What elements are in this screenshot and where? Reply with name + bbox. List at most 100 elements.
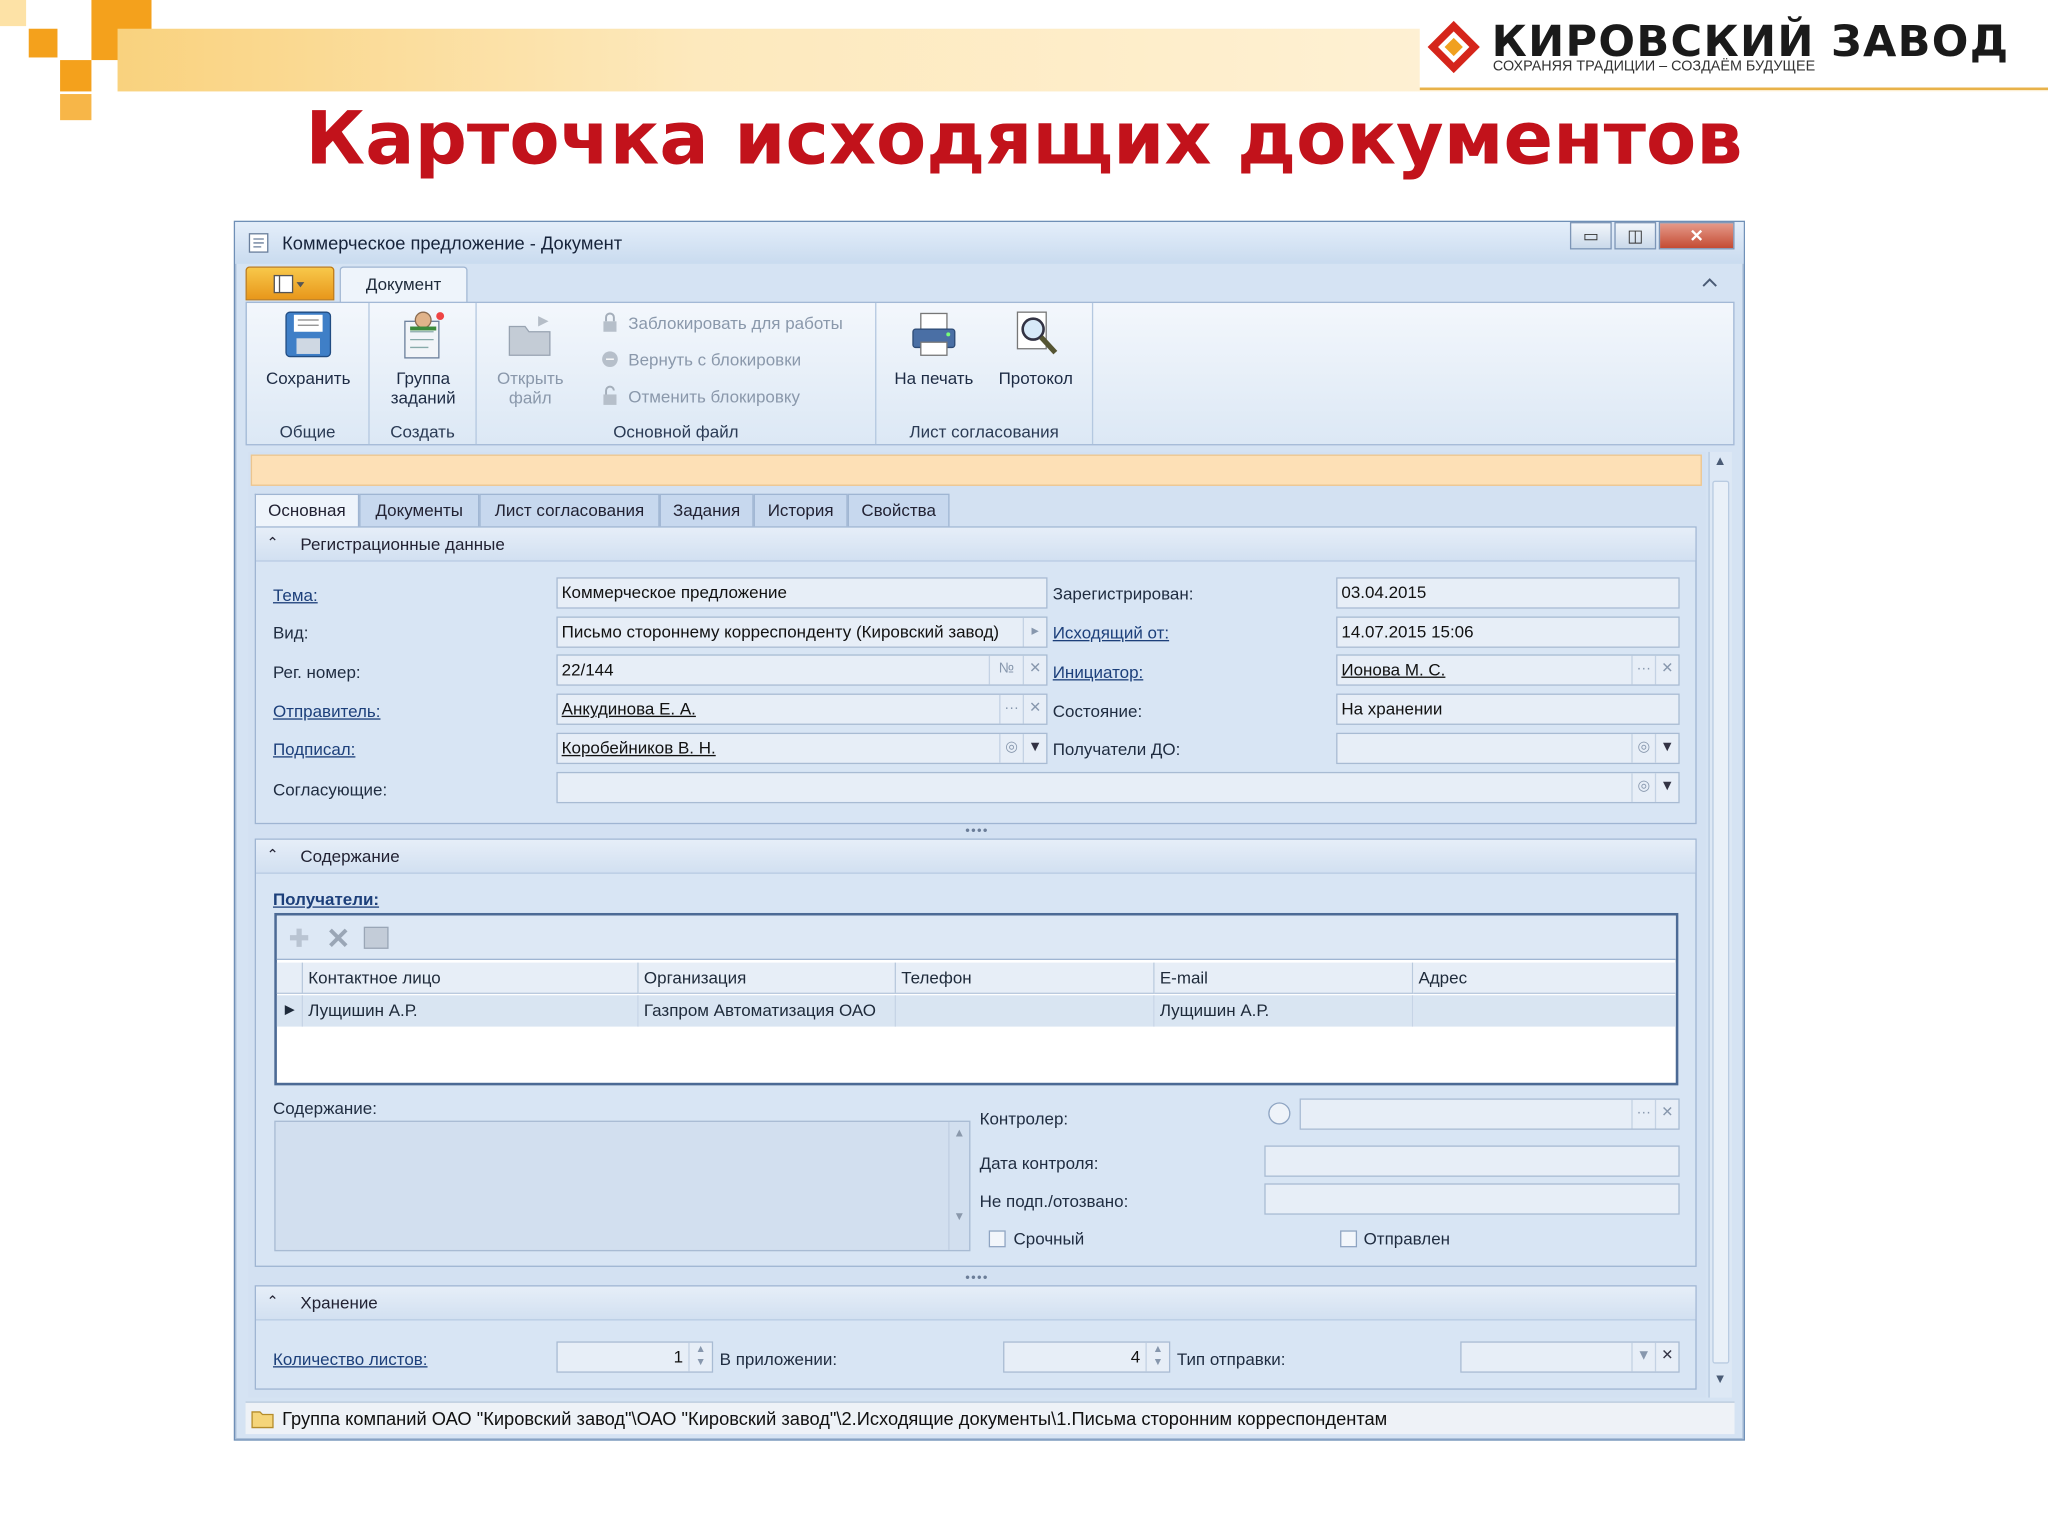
table-cell[interactable]: Лущишин А.Р.	[303, 995, 639, 1027]
tab-documents[interactable]: Документы	[359, 493, 480, 528]
approvers-field[interactable]: ◎ ▼	[556, 771, 1680, 804]
lock-for-work-button[interactable]: Заблокировать для работы	[628, 313, 843, 333]
recipients-label[interactable]: Получатели:	[273, 889, 379, 909]
person-icon[interactable]: ◎	[1631, 734, 1655, 763]
urgent-checkbox[interactable]	[988, 1230, 1006, 1248]
attachment-label: В приложении:	[719, 1349, 838, 1369]
outgoing-field[interactable]: 14.07.2015 15:06	[1336, 616, 1680, 648]
table-cell[interactable]	[895, 995, 1155, 1027]
column-email[interactable]: E-mail	[1154, 962, 1414, 994]
maximize-button[interactable]: ◫	[1614, 222, 1657, 250]
dropdown-arrow-icon[interactable]: ▼	[1022, 734, 1047, 763]
table-cell[interactable]: Газпром Автоматизация ОАО	[638, 995, 896, 1027]
tab-properties[interactable]: Свойства	[847, 493, 950, 528]
storage-header[interactable]: ⌃ Хранение	[255, 1286, 1696, 1321]
minimize-button[interactable]: ▭	[1569, 222, 1612, 250]
ellipsis-icon[interactable]: ···	[1631, 655, 1655, 685]
sent-checkbox[interactable]	[1340, 1230, 1358, 1248]
collapse-ribbon-icon[interactable]	[1701, 274, 1719, 290]
initiator-field[interactable]: Ионова М. С. ··· ✕	[1336, 654, 1680, 686]
controller-field[interactable]: ··· ✕	[1299, 1098, 1680, 1130]
recipients-do-field[interactable]: ◎ ▼	[1336, 732, 1680, 765]
column-phone[interactable]: Телефон	[895, 962, 1155, 994]
logo-diamond-icon	[1427, 20, 1480, 74]
topic-field[interactable]: Коммерческое предложение	[556, 577, 1048, 609]
return-from-lock-button[interactable]: Вернуть с блокировки	[628, 350, 801, 370]
clear-icon[interactable]: ✕	[1022, 694, 1047, 724]
table-cell[interactable]	[1413, 995, 1676, 1027]
type-field[interactable]: Письмо стороннему корреспонденту (Кировс…	[556, 616, 1048, 648]
scroll-thumb[interactable]	[1712, 480, 1730, 1364]
storage-title: Хранение	[300, 1293, 378, 1313]
delete-icon[interactable]	[327, 926, 351, 950]
cancel-lock-button[interactable]: Отменить блокировку	[628, 387, 800, 407]
registered-field[interactable]: 03.04.2015	[1336, 577, 1680, 609]
signed-label[interactable]: Подписал:	[273, 739, 355, 759]
scroll-down-icon[interactable]: ▼	[1714, 1373, 1727, 1387]
ellipsis-icon[interactable]: ···	[1631, 1099, 1655, 1129]
controller-radio[interactable]	[1268, 1102, 1291, 1125]
regnum-field[interactable]: 22/144 № ✕	[556, 654, 1048, 686]
column-address[interactable]: Адрес	[1413, 962, 1676, 994]
ellipsis-icon[interactable]: ···	[999, 694, 1023, 724]
number-button[interactable]: №	[988, 655, 1023, 685]
splitter-handle[interactable]: ••••	[248, 824, 1706, 838]
content-header[interactable]: ⌃ Содержание	[255, 839, 1696, 874]
close-button[interactable]: ✕	[1658, 222, 1735, 250]
sheets-label[interactable]: Количество листов:	[273, 1349, 428, 1369]
state-field[interactable]: На хранении	[1336, 693, 1680, 725]
protocol-button[interactable]: Протокол	[989, 308, 1083, 388]
topic-label[interactable]: Тема:	[273, 585, 318, 605]
sender-label[interactable]: Отправитель:	[273, 701, 381, 721]
open-file-label: Открыть файл	[496, 368, 564, 408]
registration-header[interactable]: ⌃ Регистрационные данные	[255, 527, 1696, 562]
clear-icon[interactable]: ✕	[1654, 1342, 1679, 1372]
clear-icon[interactable]: ✕	[1022, 655, 1047, 685]
clear-icon[interactable]: ✕	[1654, 1099, 1679, 1129]
print-button[interactable]: На печать	[887, 308, 981, 388]
app-menu-button[interactable]	[245, 266, 335, 301]
textarea-scrollbar[interactable]: ▲ ▼	[948, 1121, 969, 1250]
sheets-field[interactable]: 1 ▲ ▼	[556, 1341, 714, 1373]
outgoing-label[interactable]: Исходящий от:	[1053, 623, 1169, 643]
initiator-value: Ионова М. С.	[1341, 659, 1446, 680]
spinner-icon[interactable]: ▲ ▼	[688, 1342, 712, 1372]
signed-field[interactable]: Коробейников В. Н. ◎ ▼	[556, 732, 1048, 765]
sender-field[interactable]: Анкудинова Е. А. ··· ✕	[556, 693, 1048, 725]
tab-approval-sheet[interactable]: Лист согласования	[479, 493, 660, 528]
open-file-button[interactable]: Открыть файл	[485, 308, 576, 408]
type-arrow-icon[interactable]: ▸	[1022, 617, 1047, 647]
splitter-handle[interactable]: ••••	[248, 1271, 1706, 1285]
content-textarea[interactable]: ▲ ▼	[274, 1120, 971, 1252]
person-icon[interactable]: ◎	[999, 734, 1023, 763]
column-organization[interactable]: Организация	[638, 962, 896, 994]
dropdown-arrow-icon[interactable]: ▼	[1654, 773, 1679, 802]
not-signed-label: Не подп./отозвано:	[979, 1191, 1129, 1211]
vertical-scrollbar[interactable]: ▲ ▼	[1708, 451, 1732, 1398]
not-signed-field[interactable]	[1264, 1183, 1680, 1215]
column-contact[interactable]: Контактное лицо	[303, 962, 639, 994]
clear-icon[interactable]: ✕	[1654, 655, 1679, 685]
table-cell[interactable]: Лущишин А.Р.	[1154, 995, 1414, 1027]
initiator-label[interactable]: Инициатор:	[1053, 662, 1144, 682]
state-label: Состояние:	[1052, 701, 1143, 721]
tab-document[interactable]: Документ	[339, 266, 468, 304]
registered-label: Зарегистрирован:	[1052, 583, 1194, 604]
task-group-button[interactable]: Группа заданий	[380, 308, 466, 408]
tab-tasks[interactable]: Задания	[659, 493, 754, 528]
dropdown-arrow-icon[interactable]: ▼	[1654, 734, 1679, 763]
send-type-field[interactable]: ▼ ✕	[1460, 1341, 1680, 1373]
person-icon[interactable]: ◎	[1631, 773, 1655, 802]
edit-icon[interactable]	[363, 926, 389, 950]
spinner-icon[interactable]: ▲ ▼	[1145, 1342, 1169, 1372]
dropdown-arrow-icon[interactable]: ▼	[1631, 1342, 1655, 1372]
ribbon-tabs: Документ	[245, 266, 1735, 304]
tab-main[interactable]: Основная	[254, 493, 360, 529]
add-icon[interactable]	[287, 926, 311, 950]
save-button[interactable]: Сохранить	[249, 308, 367, 388]
task-group-icon	[404, 311, 445, 359]
tab-history[interactable]: История	[753, 493, 848, 528]
control-date-field[interactable]	[1264, 1145, 1680, 1177]
scroll-up-icon[interactable]: ▲	[1714, 455, 1727, 469]
attachment-field[interactable]: 4 ▲ ▼	[1003, 1341, 1171, 1373]
